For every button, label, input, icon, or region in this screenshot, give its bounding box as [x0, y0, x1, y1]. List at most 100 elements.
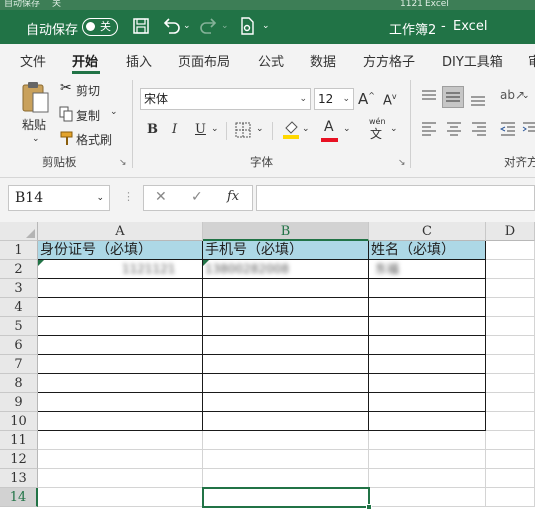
cell-c5[interactable] — [369, 317, 486, 336]
cell-a4[interactable] — [38, 298, 203, 317]
cell-c9[interactable] — [369, 393, 486, 412]
row-header-12[interactable]: 12 — [0, 450, 38, 469]
row-header-11[interactable]: 11 — [0, 431, 38, 450]
cell-d3[interactable] — [486, 279, 535, 298]
error-indicator-icon[interactable] — [203, 260, 209, 266]
cell-c7[interactable] — [369, 355, 486, 374]
row-header-2[interactable]: 2 — [0, 260, 38, 279]
cell-d5[interactable] — [486, 317, 535, 336]
cell-b4[interactable] — [203, 298, 369, 317]
cell-d11[interactable] — [486, 431, 535, 450]
cell-d13[interactable] — [486, 469, 535, 488]
cell-a9[interactable] — [38, 393, 203, 412]
save-icon[interactable] — [130, 15, 152, 37]
cell-d14[interactable] — [486, 488, 535, 507]
row-header-3[interactable]: 3 — [0, 279, 38, 298]
cell-c13[interactable] — [369, 469, 486, 488]
orientation-dropdown-icon[interactable]: ⌄ — [522, 91, 530, 101]
cell-d10[interactable] — [486, 412, 535, 431]
error-indicator-icon[interactable] — [38, 260, 44, 266]
align-right-icon[interactable] — [471, 122, 487, 136]
cell-b3[interactable] — [203, 279, 369, 298]
row-header-1[interactable]: 1 — [0, 241, 38, 260]
customize-qat-icon[interactable]: ⌄ — [262, 21, 270, 31]
tab-data[interactable]: 数据 — [310, 51, 336, 70]
cell-d8[interactable] — [486, 374, 535, 393]
cancel-icon[interactable]: ✕ — [155, 189, 167, 205]
cell-c12[interactable] — [369, 450, 486, 469]
cell-c4[interactable] — [369, 298, 486, 317]
tab-home[interactable]: 开始 — [72, 51, 98, 70]
font-name-box[interactable]: 宋体 ⌄ — [140, 88, 311, 110]
tab-insert[interactable]: 插入 — [126, 51, 152, 70]
format-painter-button[interactable]: 格式刷 — [76, 131, 112, 148]
select-all-corner[interactable] — [0, 222, 38, 241]
cell-d4[interactable] — [486, 298, 535, 317]
fill-color-dropdown-icon[interactable]: ⌄ — [302, 124, 310, 134]
bold-button[interactable]: B — [147, 122, 158, 137]
cell-b7[interactable] — [203, 355, 369, 374]
align-left-icon[interactable] — [421, 122, 437, 136]
cell-d6[interactable] — [486, 336, 535, 355]
cell-c2[interactable]: 东福 — [369, 260, 486, 279]
cell-a12[interactable] — [38, 450, 203, 469]
row-header-13[interactable]: 13 — [0, 469, 38, 488]
cell-a8[interactable] — [38, 374, 203, 393]
row-header-4[interactable]: 4 — [0, 298, 38, 317]
cell-b11[interactable] — [203, 431, 369, 450]
cell-a13[interactable] — [38, 469, 203, 488]
fill-handle[interactable] — [366, 504, 372, 510]
formula-input[interactable] — [256, 185, 535, 211]
font-launcher-icon[interactable]: ↘ — [398, 158, 406, 168]
cell-c3[interactable] — [369, 279, 486, 298]
row-header-9[interactable]: 9 — [0, 393, 38, 412]
font-size-box[interactable]: 12 ⌄ — [314, 88, 354, 110]
borders-icon[interactable] — [235, 122, 251, 138]
cell-b6[interactable] — [203, 336, 369, 355]
row-header-14[interactable]: 14 — [0, 488, 38, 507]
undo-dropdown-icon[interactable]: ⌄ — [183, 21, 191, 31]
cell-d12[interactable] — [486, 450, 535, 469]
insert-function-icon[interactable]: fx — [227, 189, 239, 204]
cell-b2[interactable]: 13800282008 — [203, 260, 369, 279]
cut-button[interactable]: 剪切 — [76, 82, 100, 99]
row-header-8[interactable]: 8 — [0, 374, 38, 393]
column-header-a[interactable]: A — [38, 222, 203, 241]
align-bottom-icon[interactable] — [470, 92, 486, 106]
copy-icon[interactable] — [59, 106, 73, 122]
tab-file[interactable]: 文件 — [20, 51, 46, 70]
cell-c6[interactable] — [369, 336, 486, 355]
column-header-b[interactable]: B — [203, 222, 369, 241]
cell-d7[interactable] — [486, 355, 535, 374]
cell-c14[interactable] — [369, 488, 486, 507]
column-header-c[interactable]: C — [369, 222, 486, 241]
increase-font-button[interactable]: A^ — [358, 90, 375, 108]
cell-a5[interactable] — [38, 317, 203, 336]
row-header-6[interactable]: 6 — [0, 336, 38, 355]
cell-c8[interactable] — [369, 374, 486, 393]
column-header-d[interactable]: D — [486, 222, 535, 241]
align-middle-button[interactable] — [442, 86, 464, 108]
tab-review[interactable]: 审 — [528, 51, 535, 70]
cell-a14[interactable] — [38, 488, 203, 507]
cell-b9[interactable] — [203, 393, 369, 412]
touch-mode-icon[interactable] — [236, 15, 258, 37]
cell-d1[interactable] — [486, 241, 535, 260]
underline-dropdown-icon[interactable]: ⌄ — [211, 124, 219, 134]
redo-dropdown-icon[interactable]: ⌄ — [221, 21, 229, 31]
tab-diy-toolbox[interactable]: DIY工具箱 — [442, 51, 503, 70]
cell-a2[interactable]: 1121121 — [38, 260, 203, 279]
row-header-7[interactable]: 7 — [0, 355, 38, 374]
font-color-dropdown-icon[interactable]: ⌄ — [343, 124, 351, 134]
cell-d9[interactable] — [486, 393, 535, 412]
fill-color-icon[interactable] — [282, 119, 300, 139]
row-header-5[interactable]: 5 — [0, 317, 38, 336]
cell-b12[interactable] — [203, 450, 369, 469]
clipboard-launcher-icon[interactable]: ↘ — [119, 158, 127, 168]
align-center-icon[interactable] — [446, 122, 462, 136]
undo-icon[interactable] — [160, 15, 182, 37]
copy-button[interactable]: 复制 — [76, 107, 100, 124]
phonetic-dropdown-icon[interactable]: ⌄ — [390, 124, 398, 134]
scissors-icon[interactable]: ✂ — [60, 80, 72, 96]
name-box[interactable]: B14 ⌄ — [8, 185, 110, 211]
